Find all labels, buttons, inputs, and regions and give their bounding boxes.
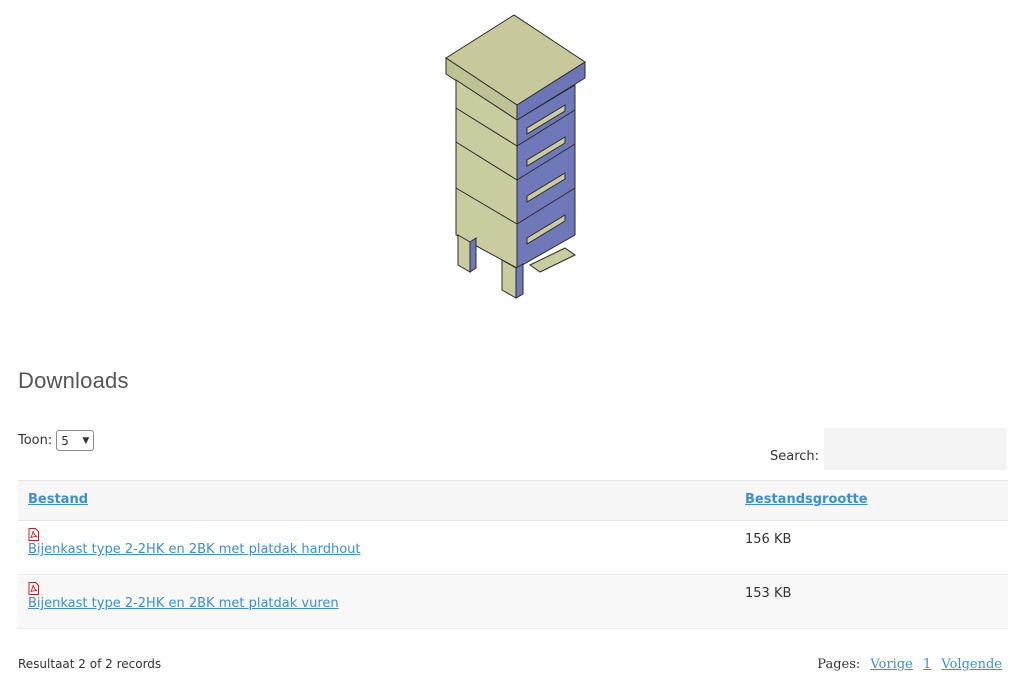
table-row: Bijenkast type 2-2HK en 2BK met platdak … (18, 574, 1008, 629)
file-size: 153 KB (745, 586, 792, 601)
toon-label: Toon: (18, 433, 53, 448)
file-cell: Bijenkast type 2-2HK en 2BK met platdak … (18, 521, 735, 575)
sort-bestand-link[interactable]: Bestand (28, 492, 88, 507)
file-cell: Bijenkast type 2-2HK en 2BK met platdak … (18, 575, 735, 629)
page-size-control: Toon: 5 ▼ (18, 430, 95, 451)
pdf-icon (28, 528, 39, 541)
pdf-icon (28, 582, 39, 595)
downloads-heading: Downloads (18, 368, 129, 393)
search-control: Search: (770, 428, 1007, 470)
beehive-illustration (445, 14, 586, 299)
page-size-select[interactable]: 5 ▼ (56, 430, 95, 451)
table-header-row: Bestand Bestandsgrootte (18, 480, 1008, 521)
table-row: Bijenkast type 2-2HK en 2BK met platdak … (18, 520, 1008, 575)
chevron-down-icon: ▼ (82, 435, 90, 446)
sort-bestandsgrootte-link[interactable]: Bestandsgrootte (745, 492, 868, 507)
file-size: 156 KB (745, 532, 792, 547)
file-download-link[interactable]: Bijenkast type 2-2HK en 2BK met platdak … (28, 596, 339, 611)
previous-page-link[interactable]: Vorige (870, 657, 912, 672)
result-count: Resultaat 2 of 2 records (18, 657, 162, 671)
file-download-link[interactable]: Bijenkast type 2-2HK en 2BK met platdak … (28, 542, 361, 557)
page-1-link[interactable]: 1 (923, 657, 931, 672)
column-header-file[interactable]: Bestand (18, 481, 735, 521)
pagination: Pages: Vorige 1 Volgende (817, 657, 1002, 672)
pages-label: Pages: (817, 657, 861, 672)
search-input[interactable] (824, 428, 1007, 470)
downloads-table: Bestand Bestandsgrootte Bijenkast type 2… (18, 480, 1008, 629)
search-label: Search: (770, 448, 820, 464)
next-page-link[interactable]: Volgende (941, 657, 1002, 672)
column-header-size[interactable]: Bestandsgrootte (735, 481, 1008, 521)
page-size-value: 5 (61, 433, 69, 448)
